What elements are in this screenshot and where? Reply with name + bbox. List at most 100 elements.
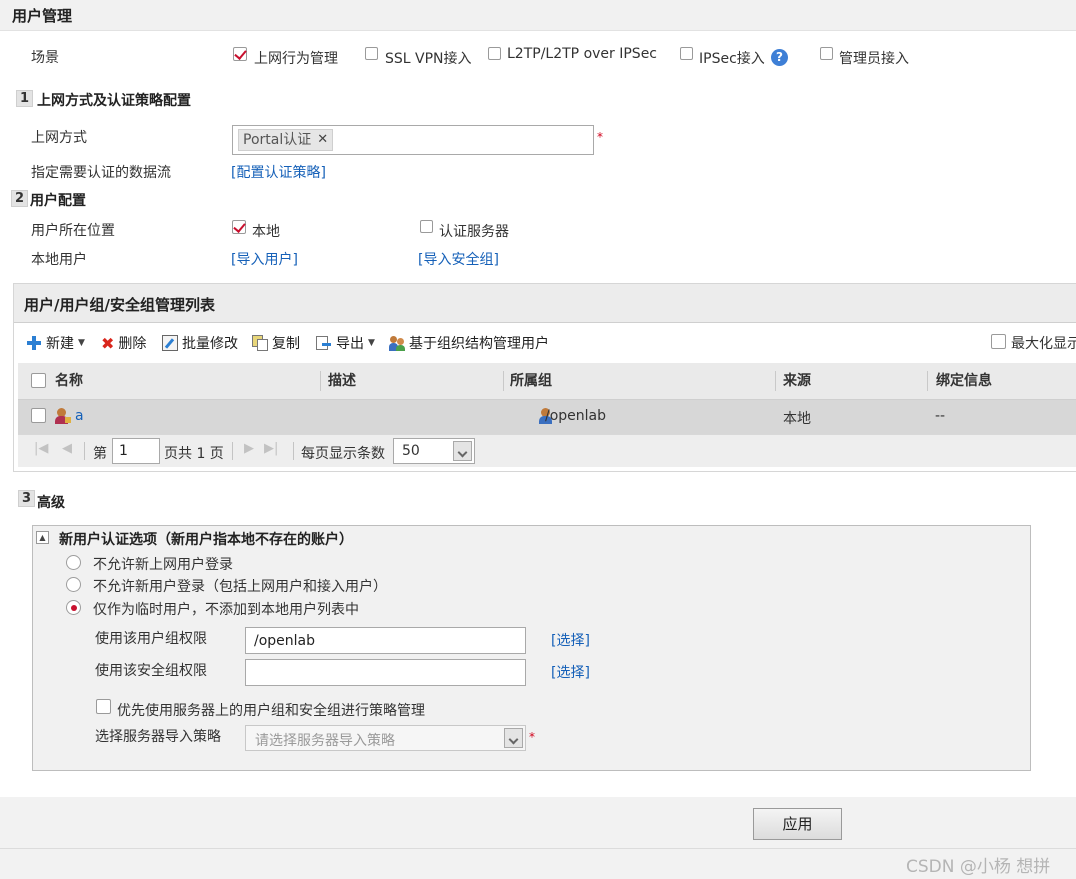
radio-deny-new-all[interactable] [66,577,81,592]
radio-temp-user[interactable] [66,600,81,615]
import-policy-select[interactable]: 请选择服务器导入策略 [245,725,526,751]
page-number-input[interactable]: 1 [112,438,160,464]
new-user-auth-title: 新用户认证选项（新用户指本地不存在的账户） [59,532,353,548]
scene-l2tp-label: L2TP/L2TP over IPSec [507,46,658,62]
section1-number: 1 [16,90,33,107]
access-method-field[interactable]: Portal认证 ✕ [232,125,594,155]
choose-secgroup-link[interactable]: [选择] [551,662,590,682]
location-server-label: 认证服务器 [439,224,509,240]
user-list-panel-header: 用户/用户组/安全组管理列表 [14,284,1076,323]
first-page-icon[interactable]: |◀ [34,441,48,456]
column-separator [927,371,928,391]
import-secgroup-link[interactable]: [导入安全组] [418,249,499,269]
table-row[interactable]: a /openlab 本地 -- [18,400,1076,434]
copy-button[interactable]: 复制 [252,333,300,353]
scene-ipsec-checkbox[interactable] [680,47,693,60]
pager: |◀ ◀ 第 1 页共 1 页 ▶ ▶| 每页显示条数 50 [18,434,1076,467]
user-binding-value: -- [935,408,946,424]
section2-title: 用户配置 [30,193,86,209]
required-star: * [597,130,603,144]
row-checkbox[interactable] [31,408,46,423]
user-name-link[interactable]: a [75,408,84,424]
access-method-label: 上网方式 [31,130,87,146]
new-button[interactable]: 新建 ▼ [26,333,85,353]
import-policy-placeholder: 请选择服务器导入策略 [255,733,395,749]
help-icon[interactable]: ? [771,49,788,66]
location-local-checkbox[interactable] [232,220,246,234]
column-description[interactable]: 描述 [328,363,356,399]
scene-internet-label: 上网行为管理 [254,51,338,67]
column-group[interactable]: 所属组 [510,363,552,399]
column-binding[interactable]: 绑定信息 [936,363,992,399]
next-page-icon[interactable]: ▶ [244,441,254,456]
apply-button[interactable]: 应用 [753,808,842,840]
secgroup-permission-input[interactable] [245,659,526,686]
new-user-auth-box: ▲ 新用户认证选项（新用户指本地不存在的账户） 不允许新上网用户登录 不允许新用… [32,525,1031,771]
scene-sslvpn-checkbox[interactable] [365,47,378,60]
access-method-tag: Portal认证 ✕ [238,129,334,151]
scene-sslvpn-label: SSL VPN接入 [385,51,472,67]
import-user-link[interactable]: [导入用户] [231,249,298,269]
scene-ipsec-label: IPSec接入 [699,51,765,67]
prefer-server-checkbox[interactable] [96,699,111,714]
usergroup-permission-input[interactable]: /openlab [245,627,526,654]
column-name[interactable]: 名称 [55,363,83,399]
required-star: * [529,730,535,744]
watermark: CSDN @小杨 想拼 [906,857,1051,877]
org-manage-label: 基于组织结构管理用户 [409,336,549,352]
page-header: 用户管理 [0,0,1076,31]
prefer-server-label: 优先使用服务器上的用户组和安全组进行策略管理 [117,703,425,719]
secgroup-permission-label: 使用该安全组权限 [95,663,207,679]
last-page-icon[interactable]: ▶| [264,441,278,456]
flow-label: 指定需要认证的数据流 [31,165,171,181]
section1-title: 上网方式及认证策略配置 [37,93,191,109]
scene-admin-checkbox[interactable] [820,47,833,60]
user-group-value: /openlab [545,408,607,424]
scene-internet-checkbox[interactable] [233,47,247,61]
user-list-title: 用户/用户组/安全组管理列表 [24,296,215,314]
copy-icon [252,335,268,351]
remove-tag-icon[interactable]: ✕ [317,130,328,150]
dropdown-arrow-icon: ▼ [368,338,375,348]
configure-auth-policy-link[interactable]: [配置认证策略] [231,162,326,182]
scene-admin-label: 管理员接入 [839,51,909,67]
collapse-icon[interactable]: ▲ [36,531,49,544]
column-source[interactable]: 来源 [783,363,811,399]
export-button[interactable]: 导出 ▼ [316,333,375,353]
radio-deny-new-internet-label: 不允许新上网用户登录 [93,557,233,573]
pager-divider [84,442,85,460]
edit-icon [162,335,178,351]
add-icon [26,335,42,351]
chevron-down-icon [453,441,472,461]
users-icon [389,335,405,351]
radio-temp-user-label: 仅作为临时用户，不添加到本地用户列表中 [93,602,359,618]
delete-button[interactable]: ✖ 删除 [101,333,146,353]
org-manage-button[interactable]: 基于组织结构管理用户 [389,333,549,353]
pager-divider [232,442,233,460]
chevron-down-icon [504,728,523,748]
batch-edit-button[interactable]: 批量修改 [162,333,238,353]
user-location-label: 用户所在位置 [31,223,115,239]
export-icon [316,335,332,351]
page-prefix: 第 [93,446,107,462]
radio-deny-new-internet[interactable] [66,555,81,570]
footer-divider [0,848,1076,849]
scene-l2tp-checkbox[interactable] [488,47,501,60]
column-separator [775,371,776,391]
section3-title: 高级 [37,495,65,511]
maximize-checkbox[interactable] [991,334,1006,349]
import-policy-label: 选择服务器导入策略 [95,729,221,745]
per-page-select[interactable]: 50 [393,438,475,464]
location-server-checkbox[interactable] [420,220,433,233]
delete-icon: ✖ [101,333,115,353]
per-page-label: 每页显示条数 [301,446,385,462]
section3-number: 3 [18,490,35,507]
choose-usergroup-link[interactable]: [选择] [551,630,590,650]
column-separator [320,371,321,391]
prev-page-icon[interactable]: ◀ [62,441,72,456]
select-all-checkbox[interactable] [31,373,46,388]
delete-button-label: 删除 [118,336,147,352]
scene-label: 场景 [31,50,59,66]
copy-button-label: 复制 [272,336,300,352]
access-method-tag-label: Portal认证 [243,132,312,148]
